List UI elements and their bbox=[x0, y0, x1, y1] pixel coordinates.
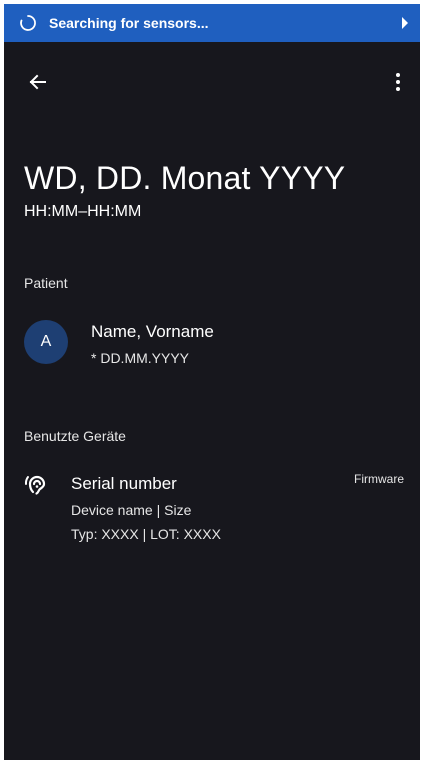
back-arrow-icon[interactable] bbox=[26, 70, 50, 94]
device-name-size: Device name | Size bbox=[71, 502, 192, 518]
avatar-initial: A bbox=[40, 333, 52, 350]
session-time-range: HH:MM–HH:MM bbox=[24, 203, 142, 220]
devices-section-label: Benutzte Geräte bbox=[24, 428, 126, 444]
patient-name: Name, Vorname bbox=[91, 322, 214, 341]
sensor-search-banner[interactable]: Searching for sensors... bbox=[4, 4, 420, 42]
device-firmware: Firmware bbox=[354, 472, 404, 486]
patient-birthdate: * DD.MM.YYYY bbox=[91, 350, 190, 366]
device-type-lot: Typ: XXXX | LOT: XXXX bbox=[71, 526, 221, 542]
more-options-icon[interactable] bbox=[386, 70, 410, 94]
sensor-search-status: Searching for sensors... bbox=[49, 15, 209, 31]
session-detail-screen: Searching for sensors... WD, DD. Monat Y… bbox=[4, 4, 420, 760]
session-date-title: WD, DD. Monat YYYY bbox=[24, 160, 346, 196]
device-serial-number: Serial number bbox=[71, 474, 177, 493]
patient-section-label: Patient bbox=[24, 275, 68, 291]
hearing-aid-icon bbox=[24, 475, 46, 495]
expand-arrow-icon[interactable] bbox=[402, 17, 408, 29]
patient-avatar: A bbox=[24, 320, 68, 364]
loading-spinner-icon bbox=[20, 15, 36, 31]
